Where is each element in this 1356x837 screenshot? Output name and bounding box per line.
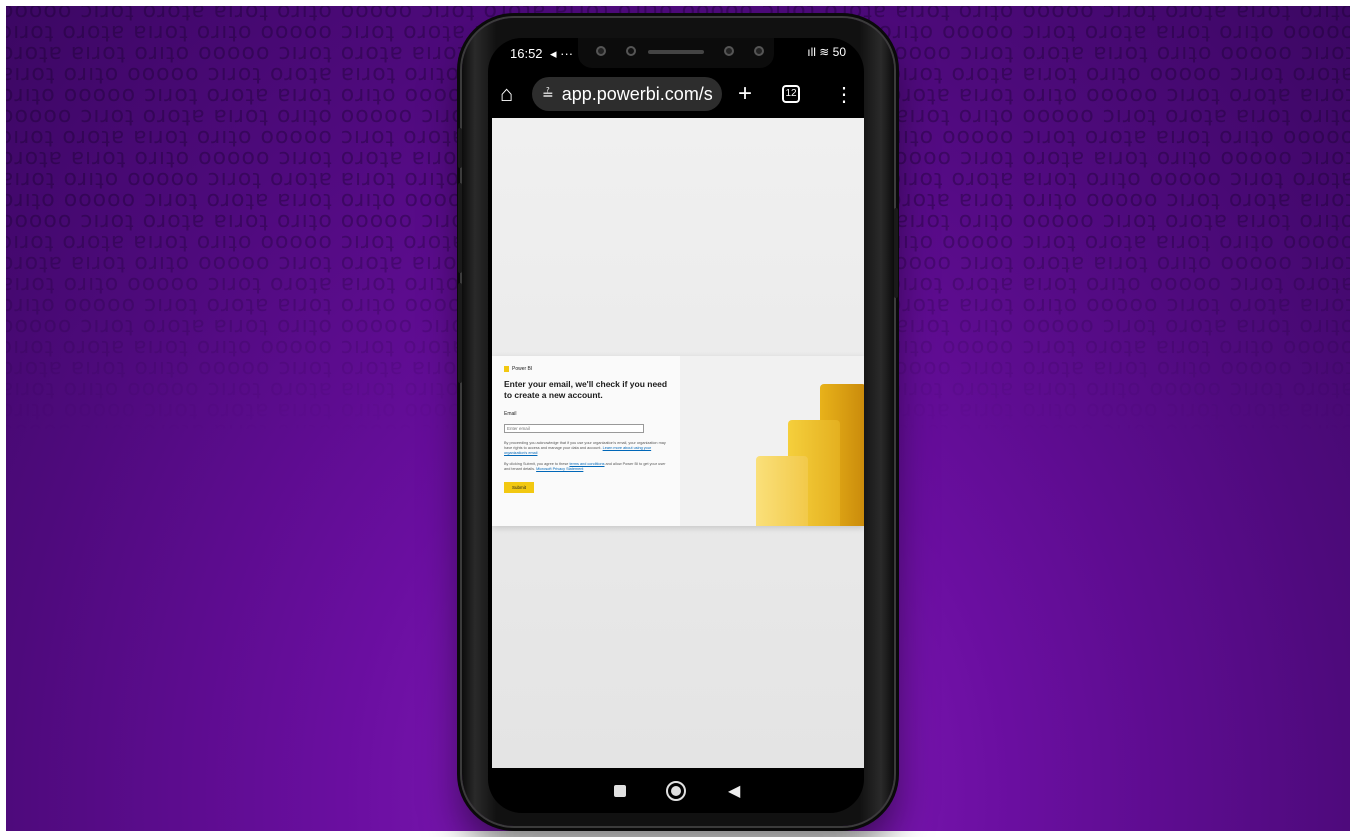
submit-button[interactable]: Submit	[504, 482, 534, 493]
signal-wifi-battery-icons: ıll ≋ 50	[807, 45, 846, 59]
power-bi-logo-icon	[504, 366, 509, 372]
camera-lens-icon	[596, 46, 606, 56]
email-label: Email	[504, 411, 517, 417]
brand-name: Power BI	[512, 366, 533, 372]
menu-icon[interactable]: ⋮	[834, 82, 854, 107]
site-settings-icon[interactable]: ≟	[542, 86, 554, 103]
sensor-icon	[724, 46, 734, 56]
camera-lens-icon	[626, 46, 636, 56]
back-triangle-icon[interactable]: ◀	[728, 781, 740, 801]
signup-card: Power BI Enter your email, we'll check i…	[492, 356, 864, 526]
status-indicators: ◂ ···	[550, 46, 574, 61]
power-button	[458, 128, 462, 168]
browser-toolbar: ⌂ ≟ app.powerbi.com/s + 12 ⋮	[488, 72, 864, 116]
power-bi-illustration	[680, 356, 864, 526]
email-field[interactable]	[504, 424, 644, 433]
web-content: Power BI Enter your email, we'll check i…	[492, 118, 864, 768]
camera-notch	[578, 38, 774, 68]
page-heading: Enter your email, we'll check if you nee…	[504, 379, 668, 400]
volume-down-button	[458, 283, 462, 383]
signup-form: Power BI Enter your email, we'll check i…	[492, 356, 680, 526]
status-bar: 16:52 ◂ ··· ıll ≋ 50	[488, 38, 864, 68]
new-tab-icon[interactable]: +	[738, 80, 752, 108]
fine-print-terms: By clicking Submit, you agree to these t…	[504, 462, 670, 472]
tab-switcher-button[interactable]: 12	[782, 85, 800, 103]
brand-row: Power BI	[504, 366, 670, 372]
illustration-bar-small	[756, 456, 808, 526]
fine-print-text: By clicking Submit, you agree to these	[504, 462, 569, 466]
recents-square-icon[interactable]	[614, 785, 626, 797]
url-text: app.powerbi.com/s	[561, 83, 713, 104]
side-key	[894, 208, 898, 298]
address-bar[interactable]: ≟ app.powerbi.com/s	[532, 77, 722, 111]
privacy-link[interactable]: Microsoft Privacy Statement	[536, 467, 583, 471]
system-nav-bar: ◀	[488, 773, 864, 813]
home-circle-icon[interactable]	[666, 781, 686, 801]
sensor-icon	[754, 46, 764, 56]
terms-link[interactable]: terms and conditions	[569, 462, 604, 466]
status-time: 16:52	[510, 46, 543, 61]
earpiece-speaker	[648, 50, 704, 54]
volume-up-button	[458, 183, 462, 273]
fine-print-email: By proceeding you acknowledge that if yo…	[504, 441, 670, 456]
phone-frame: 16:52 ◂ ··· ıll ≋ 50 ⌂ ≟ app.powerbi.com…	[458, 18, 898, 826]
home-icon[interactable]: ⌂	[500, 81, 513, 107]
phone-screen: 16:52 ◂ ··· ıll ≋ 50 ⌂ ≟ app.powerbi.com…	[488, 38, 864, 813]
